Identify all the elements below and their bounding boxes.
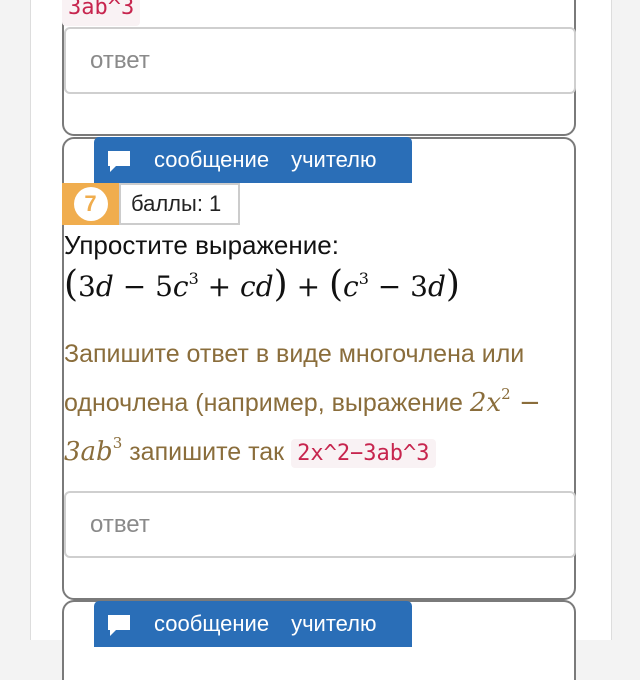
- instructions-text: Запишите ответ в виде многочлена или одн…: [64, 340, 525, 417]
- next-message-label-part1: сообщение: [154, 611, 270, 636]
- question-title: Упростите выражение:: [64, 230, 339, 260]
- message-teacher-button[interactable]: сообщение учителю: [94, 137, 412, 183]
- example-code: 2x^2−3ab^3: [291, 439, 436, 468]
- speech-bubble-icon: [108, 615, 130, 636]
- message-label-part1: сообщение: [154, 147, 270, 172]
- answer-input[interactable]: [64, 491, 576, 558]
- speech-bubble-icon: [108, 151, 130, 172]
- next-message-label-part2: учителю: [291, 611, 377, 636]
- task-number-badge: 7: [62, 183, 119, 225]
- previous-answer-input[interactable]: [64, 27, 576, 94]
- math-expression: (3d − 5c3 + cd) + (c3 − 3d): [64, 264, 460, 305]
- answer-instructions: Запишите ответ в виде многочлена или одн…: [64, 334, 584, 474]
- task-number: 7: [73, 187, 108, 221]
- message-label-part2: учителю: [291, 147, 377, 172]
- previous-example-code: 3ab^3: [62, 0, 141, 26]
- next-message-teacher-button[interactable]: сообщение учителю: [94, 601, 412, 647]
- instructions-mid-text: запишите так: [129, 438, 285, 466]
- points-label: баллы: 1: [119, 183, 240, 225]
